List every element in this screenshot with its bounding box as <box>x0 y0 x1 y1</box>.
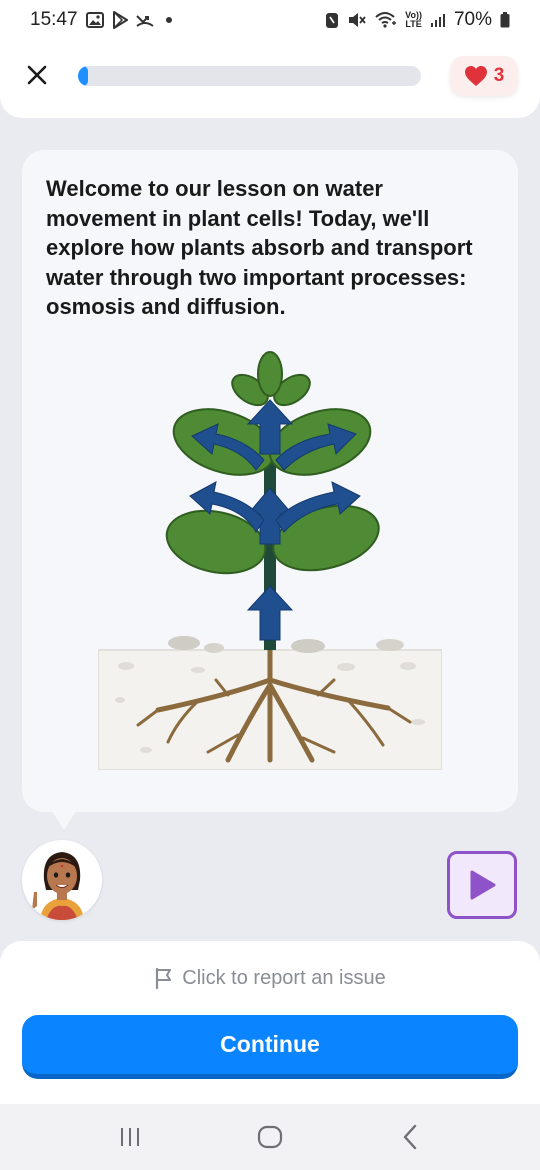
status-bar-right: Vo)) LTE 70% <box>325 9 510 31</box>
lesson-text: Welcome to our lesson on water movement … <box>46 176 473 319</box>
wifi-calling-icon <box>375 11 397 29</box>
back-button[interactable] <box>380 1117 440 1157</box>
volte-icon: Vo)) LTE <box>405 11 422 29</box>
play-audio-button[interactable] <box>447 851 517 919</box>
tutor-avatar <box>22 840 102 920</box>
missed-call-icon <box>135 12 154 28</box>
back-icon <box>403 1124 417 1150</box>
lesson-progress-fill <box>78 66 89 86</box>
flag-icon <box>156 967 172 989</box>
lives-count: 3 <box>493 65 505 86</box>
play-icon <box>470 870 496 900</box>
heart-icon <box>464 66 487 86</box>
lesson-progress-bar <box>78 66 421 86</box>
mute-icon <box>347 11 367 29</box>
nfc-icon <box>325 11 339 29</box>
recent-apps-icon <box>121 1128 139 1146</box>
play-store-icon <box>112 11 128 29</box>
gallery-icon <box>85 12 104 28</box>
battery-icon <box>500 12 510 28</box>
lesson-header: 3 <box>0 40 540 118</box>
status-time: 15:47 <box>30 9 78 30</box>
recent-apps-button[interactable] <box>100 1117 160 1157</box>
report-issue-label: Click to report an issue <box>182 966 386 989</box>
report-issue-link[interactable]: Click to report an issue <box>0 963 540 993</box>
home-button[interactable] <box>240 1117 300 1157</box>
lives-badge[interactable]: 3 <box>450 56 518 96</box>
lesson-card: Welcome to our lesson on water movement … <box>22 150 518 812</box>
system-nav-bar <box>0 1104 540 1170</box>
bubble-tail <box>50 808 78 830</box>
bottom-action-sheet: Click to report an issue Continue <box>0 941 540 1104</box>
continue-button[interactable]: Continue <box>22 1015 518 1079</box>
close-button[interactable] <box>22 60 52 90</box>
plant-water-transport-illustration <box>97 350 443 775</box>
close-icon <box>27 65 47 85</box>
status-bar-left: 15:47 <box>30 9 172 31</box>
notification-dot-icon <box>165 17 172 23</box>
status-bar: 15:47 Vo)) LTE 70% <box>0 0 540 40</box>
signal-icon <box>430 12 446 28</box>
battery-level: 70% <box>453 9 492 30</box>
home-icon <box>257 1125 283 1149</box>
lte-label: LTE <box>405 19 422 29</box>
